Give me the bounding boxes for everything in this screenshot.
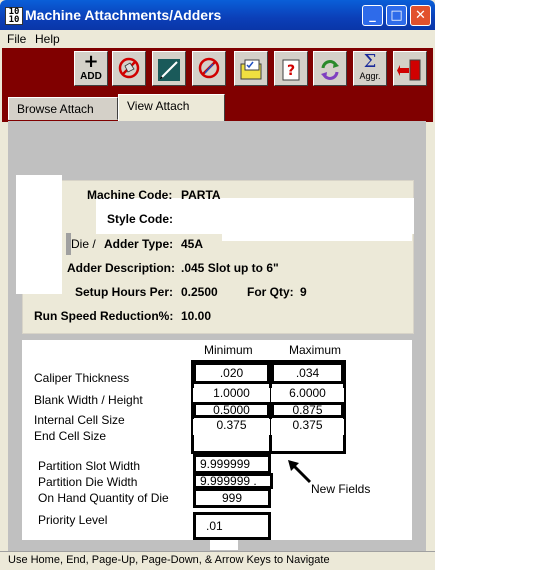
refresh-icon	[321, 60, 339, 80]
white-patch	[210, 540, 238, 550]
adder-description-value[interactable]: .045 Slot up to 6"	[181, 261, 279, 275]
exit-door-icon	[397, 59, 421, 81]
internal-cell-size-label: Internal Cell Size	[34, 413, 125, 427]
end-cell-size-label: End Cell Size	[34, 429, 107, 443]
delete-button[interactable]	[112, 51, 146, 86]
status-bar-text: Use Home, End, Page-Up, Page-Down, & Arr…	[8, 554, 330, 566]
internal-max-input[interactable]: 0.875	[271, 402, 344, 418]
cancel-button[interactable]	[192, 51, 226, 86]
white-patch	[16, 175, 62, 294]
partition-slot-width-input[interactable]: 9.999999	[193, 454, 271, 474]
for-qty-label: For Qty:	[247, 285, 294, 299]
tab-browse-attach[interactable]: Browse Attach	[8, 97, 118, 120]
blank-min-input[interactable]: 1.0000	[193, 387, 270, 403]
close-button[interactable]: ✕	[410, 5, 431, 26]
priority-level-label: Priority Level	[38, 513, 108, 527]
caliper-min-input[interactable]: .020	[193, 362, 270, 384]
menu-file[interactable]: File	[7, 32, 26, 46]
minimize-button[interactable]: _	[362, 5, 383, 26]
caliper-max-input[interactable]: .034	[271, 362, 344, 384]
help-button[interactable]: ?	[274, 51, 308, 86]
plus-icon: +	[83, 51, 99, 72]
add-button[interactable]: + ADD	[74, 51, 108, 86]
pen-on-document-icon	[158, 59, 180, 81]
caliper-thickness-label: Caliper Thickness	[34, 371, 130, 385]
adder-type-value[interactable]: 45A	[181, 237, 203, 251]
new-fields-annotation: New Fields	[311, 482, 371, 496]
blank-max-input[interactable]: 6.0000	[271, 387, 344, 403]
add-button-label: ADD	[80, 71, 102, 82]
app-icon[interactable]: 10 10	[5, 7, 23, 25]
aggregate-button-label: Aggr.	[359, 71, 381, 81]
partition-die-width-label: Partition Die Width	[38, 475, 138, 489]
setup-hours-value[interactable]: 0.2500	[181, 285, 218, 299]
aggregate-button[interactable]: Σ Aggr.	[353, 51, 387, 86]
edit-button[interactable]	[152, 51, 186, 86]
internal-min-input[interactable]: 0.5000	[193, 402, 270, 418]
maximum-column-header: Maximum	[289, 343, 342, 357]
machine-code-value[interactable]: PARTA	[181, 188, 221, 202]
minimum-column-header: Minimum	[204, 343, 253, 357]
machine-code-label: Machine Code:	[87, 188, 173, 202]
run-speed-reduction-value[interactable]: 10.00	[181, 309, 211, 323]
setup-hours-label: Setup Hours Per:	[75, 285, 174, 299]
adder-type-label: Adder Type:	[104, 237, 174, 251]
for-qty-value[interactable]: 9	[300, 285, 307, 299]
partition-slot-width-label: Partition Slot Width	[38, 459, 141, 473]
exit-button[interactable]	[393, 51, 427, 86]
priority-level-input[interactable]: .01	[193, 512, 271, 540]
refresh-button[interactable]	[313, 51, 347, 86]
end-min-input[interactable]: 0.375	[193, 419, 270, 435]
end-max-input[interactable]: 0.375	[271, 419, 344, 435]
partition-die-width-input[interactable]: 9.999999 .	[193, 473, 273, 489]
sigma-icon: Σ	[363, 51, 377, 72]
style-code-label: Style Code:	[107, 212, 174, 226]
no-entry-icon	[198, 57, 220, 79]
tab-view-attach[interactable]: View Attach	[118, 94, 225, 122]
svg-text:?: ?	[287, 63, 295, 79]
blank-width-height-label: Blank Width / Height	[34, 393, 143, 407]
maximize-button[interactable]: □	[386, 5, 407, 26]
style-code-field[interactable]	[178, 208, 398, 226]
die-label: Die /	[71, 237, 96, 251]
help-icon: ?	[282, 59, 300, 81]
annotation-arrow-icon	[286, 458, 312, 484]
checklist-button[interactable]	[234, 51, 268, 86]
window-title: Machine Attachments/Adders	[25, 7, 222, 23]
white-patch	[222, 233, 412, 241]
checklist-icon	[240, 59, 262, 80]
adder-description-label: Adder Description:	[67, 261, 176, 275]
menu-bar	[0, 30, 435, 48]
run-speed-reduction-label: Run Speed Reduction%:	[34, 309, 174, 323]
on-hand-quantity-label: On Hand Quantity of Die	[38, 491, 169, 505]
on-hand-quantity-input[interactable]: 999	[193, 488, 271, 508]
no-entry-icon	[118, 57, 140, 79]
menu-help[interactable]: Help	[35, 32, 60, 46]
